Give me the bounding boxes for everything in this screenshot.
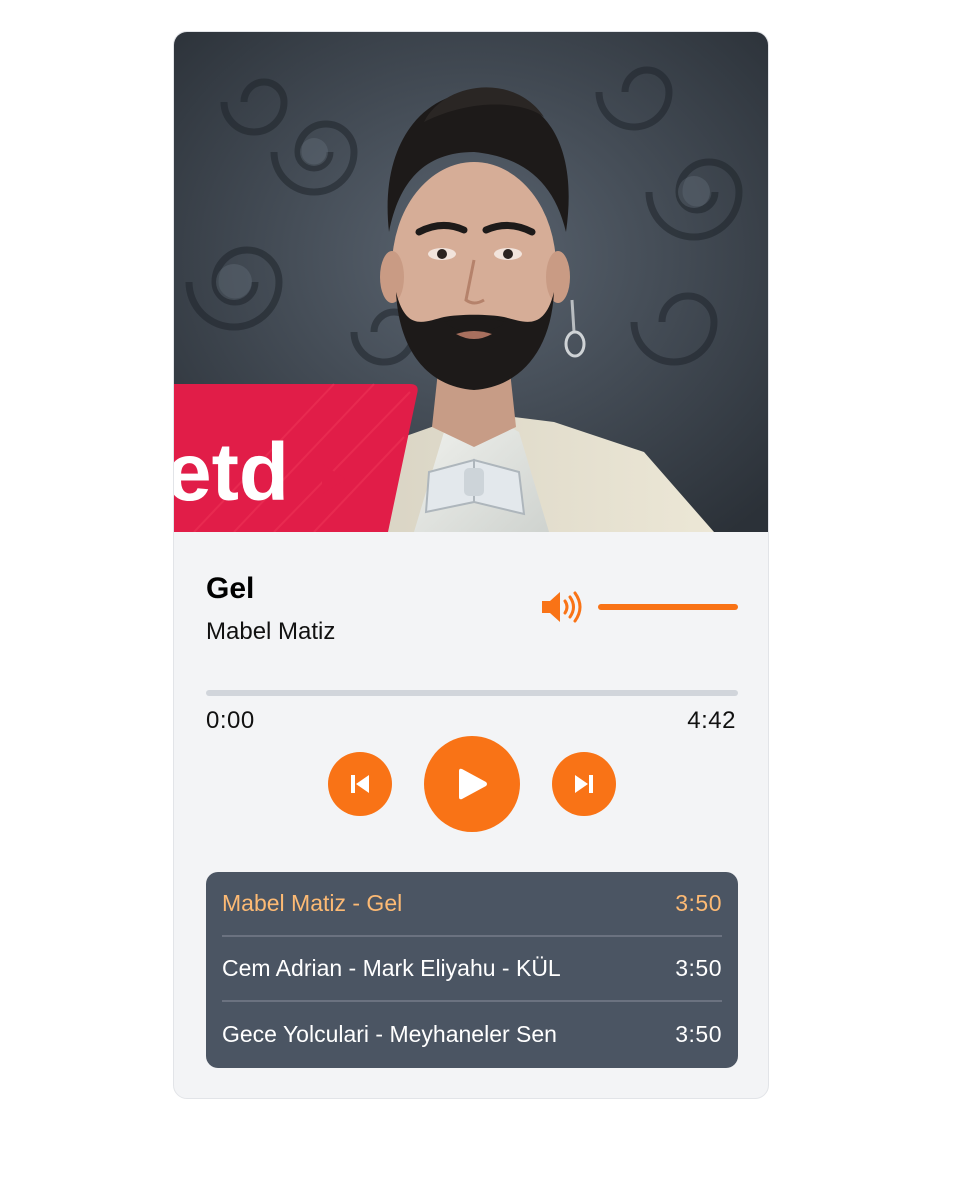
playlist-item[interactable]: Cem Adrian - Mark Eliyahu - KÜL 3:50 xyxy=(222,937,722,1002)
playlist-item-title: Gece Yolculari - Meyhaneler Sen xyxy=(222,1021,557,1047)
playlist-item-duration: 3:50 xyxy=(675,955,722,981)
album-cover-image: etd xyxy=(174,32,768,532)
playlist-item-duration: 3:50 xyxy=(675,890,722,916)
volume-slider[interactable] xyxy=(598,604,738,610)
album-cover: etd xyxy=(174,32,768,532)
volume-high-icon[interactable] xyxy=(540,589,584,625)
next-button[interactable] xyxy=(552,752,616,816)
playlist: Mabel Matiz - Gel 3:50 Cem Adrian - Mark… xyxy=(206,872,738,1068)
play-icon xyxy=(459,768,487,800)
playlist-item-title: Mabel Matiz - Gel xyxy=(222,890,403,916)
etd-badge-text: etd xyxy=(174,427,289,518)
skip-next-icon xyxy=(575,775,593,793)
previous-button[interactable] xyxy=(328,752,392,816)
playlist-item[interactable]: Gece Yolculari - Meyhaneler Sen 3:50 xyxy=(222,1002,722,1067)
playlist-item-duration: 3:50 xyxy=(675,1021,722,1047)
progress-bar[interactable] xyxy=(206,690,738,696)
music-player-card: etd Gel Mabel Matiz 0:00 4:42 Mabel Mati… xyxy=(173,31,769,1099)
current-time: 0:00 xyxy=(206,707,255,734)
playlist-item-title: Cem Adrian - Mark Eliyahu - KÜL xyxy=(222,955,561,981)
track-title: Gel xyxy=(206,572,255,605)
playlist-item[interactable]: Mabel Matiz - Gel 3:50 xyxy=(222,872,722,937)
volume-slider-fill xyxy=(598,604,738,610)
skip-previous-icon xyxy=(351,775,369,793)
track-artist: Mabel Matiz xyxy=(206,618,336,645)
play-button[interactable] xyxy=(424,736,520,832)
total-time: 4:42 xyxy=(687,707,736,734)
